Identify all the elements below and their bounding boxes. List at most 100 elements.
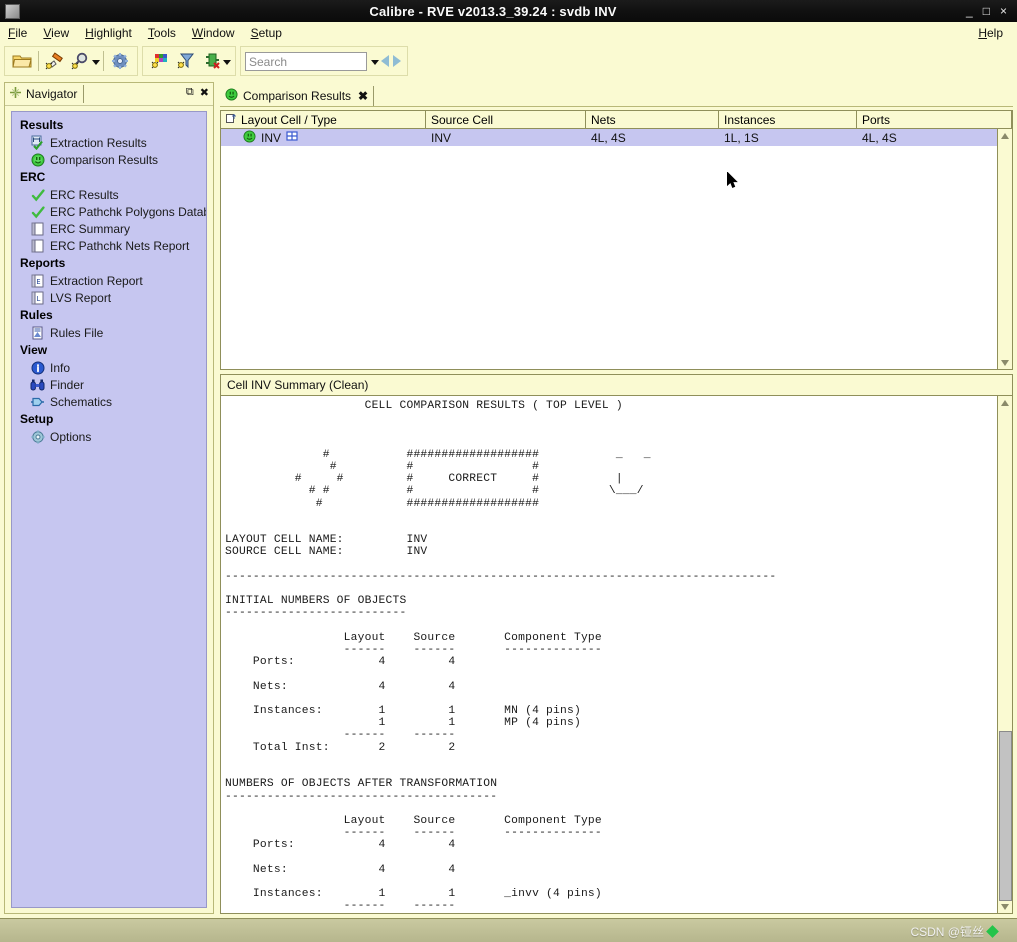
cell-source-cell: INV (431, 130, 452, 145)
minimize-button[interactable]: _ (966, 5, 973, 17)
toolbar-separator (38, 51, 39, 71)
svg-text:E: E (36, 278, 40, 286)
sidebar-item-erc-summary[interactable]: ERC Summary (12, 220, 206, 237)
sidebar-item-info[interactable]: Info (12, 359, 206, 376)
search-dropdown-icon[interactable] (371, 60, 379, 65)
navigator-tree[interactable]: Results Extraction Results Comparison Re… (11, 111, 207, 908)
sidebar-item-lvs-report[interactable]: L LVS Report (12, 289, 206, 306)
open-folder-icon[interactable] (9, 49, 35, 73)
content-area: Comparison Results ✖ Layout Cell / Type … (220, 82, 1013, 914)
highlight-pen-icon[interactable] (42, 49, 68, 73)
menu-window[interactable]: Window (184, 24, 243, 42)
column-header-ports[interactable]: Ports (857, 111, 1012, 128)
binoculars-icon (30, 377, 45, 392)
cell-layout-cell[interactable]: INV (221, 129, 426, 146)
search-prev-icon[interactable] (381, 55, 389, 67)
sidebar-item-label: Schematics (50, 394, 113, 409)
zoom-search-icon[interactable] (68, 49, 94, 73)
green-smiley-icon (243, 129, 256, 146)
column-header-label: Layout Cell / Type (241, 112, 337, 127)
watermark-text: CSDN @铔丝 (910, 924, 984, 939)
menu-help[interactable]: Help (970, 24, 1011, 42)
results-grid-body[interactable]: INV INV 4L, 4S 1L, 1S 4L, 4S (221, 129, 1012, 369)
scroll-down-icon[interactable] (999, 900, 1012, 913)
sidebar-item-erc-pathchk-polygons[interactable]: ERC Pathchk Polygons Databa (12, 203, 206, 220)
column-header-label: Nets (591, 112, 616, 127)
info-icon (30, 360, 45, 375)
green-check-icon (30, 204, 45, 219)
navigator-group-reports: Reports (20, 256, 66, 270)
rules-file-icon (30, 325, 45, 340)
scroll-up-icon[interactable] (999, 129, 1012, 142)
menu-highlight[interactable]: Highlight (77, 24, 140, 42)
menu-view[interactable]: View (35, 24, 77, 42)
title-bar: Calibre - RVE v2013.3_39.24 : svdb INV _… (0, 0, 1017, 22)
report-panel: Cell INV Summary (Clean) CELL COMPARISON… (220, 374, 1013, 914)
tab-comparison-results[interactable]: Comparison Results ✖ (220, 86, 375, 106)
sidebar-item-options[interactable]: Options (12, 428, 206, 445)
window-icon (5, 3, 20, 19)
sidebar-item-extraction-report[interactable]: E Extraction Report (12, 272, 206, 289)
scroll-thumb[interactable] (998, 731, 1012, 901)
schematic-icon[interactable] (199, 49, 225, 73)
main-area: Navigator ⧉ ✖ Results Extraction Results… (0, 78, 1017, 918)
report-vertical-scrollbar[interactable] (997, 396, 1012, 913)
sidebar-item-erc-results[interactable]: ERC Results (12, 186, 206, 203)
watermark: CSDN @铔丝 (910, 923, 999, 940)
search-next-icon[interactable] (393, 55, 401, 67)
tab-navigator[interactable]: Navigator (5, 85, 85, 103)
color-palette-icon[interactable] (147, 49, 173, 73)
column-header-label: Instances (724, 112, 776, 127)
cell-ports: 4L, 4S (862, 130, 897, 145)
navigator-group-rules: Rules (20, 308, 53, 322)
scroll-track[interactable] (998, 409, 1012, 901)
column-header-source-cell[interactable]: Source Cell (426, 111, 586, 128)
sidebar-item-extraction-results[interactable]: Extraction Results (12, 134, 206, 151)
sidebar-item-schematics[interactable]: Schematics (12, 393, 206, 410)
settings-gear-icon[interactable] (107, 49, 133, 73)
column-header-nets[interactable]: Nets (586, 111, 719, 128)
sidebar-item-label: ERC Pathchk Nets Report (50, 238, 190, 253)
sidebar-item-label: Finder (50, 377, 85, 392)
close-icon[interactable]: ✖ (200, 86, 209, 99)
report-header: Cell INV Summary (Clean) (221, 375, 1012, 396)
sidebar-item-comparison-results[interactable]: Comparison Results (12, 151, 206, 168)
navigator-group-erc: ERC (20, 170, 46, 184)
sidebar-item-rules-file[interactable]: Rules File (12, 324, 206, 341)
watermark-diamond-icon (986, 924, 999, 938)
navigator-group-setup: Setup (20, 412, 54, 426)
sidebar-item-label: ERC Pathchk Polygons Databa (50, 204, 206, 219)
sidebar-item-label: Options (50, 429, 92, 444)
undock-icon[interactable]: ⧉ (186, 86, 194, 99)
sidebar-item-finder[interactable]: Finder (12, 376, 206, 393)
close-icon[interactable]: ✖ (358, 89, 368, 103)
report-body[interactable]: CELL COMPARISON RESULTS ( TOP LEVEL ) # … (221, 396, 1012, 913)
menu-file[interactable]: File (0, 24, 35, 42)
table-row[interactable]: INV INV 4L, 4S 1L, 1S 4L, 4S (221, 129, 1012, 146)
cell-instances: 1L, 1S (724, 130, 759, 145)
table-header-row: Layout Cell / Type Source Cell Nets Inst… (221, 111, 1012, 129)
close-button[interactable]: × (1000, 5, 1007, 17)
cell-type-icon (286, 130, 298, 145)
results-vertical-scrollbar[interactable] (997, 129, 1012, 369)
navigator-group-view: View (20, 343, 48, 357)
filter-funnel-icon[interactable] (173, 49, 199, 73)
report-l-icon: L (30, 290, 45, 305)
column-header-instances[interactable]: Instances (719, 111, 857, 128)
column-header-layout-cell[interactable]: Layout Cell / Type (221, 111, 426, 128)
document-icon (30, 221, 45, 236)
report-text: CELL COMPARISON RESULTS ( TOP LEVEL ) # … (225, 400, 777, 913)
menu-setup[interactable]: Setup (243, 24, 290, 42)
sidebar-item-label: Extraction Results (50, 135, 147, 150)
maximize-button[interactable]: □ (983, 5, 990, 17)
scroll-up-icon[interactable] (999, 396, 1012, 409)
column-header-label: Source Cell (431, 112, 494, 127)
navigator-tab-bar: Navigator ⧉ ✖ (5, 83, 213, 106)
menu-tools[interactable]: Tools (140, 24, 184, 42)
green-smiley-icon (30, 152, 45, 167)
scroll-down-icon[interactable] (999, 356, 1012, 369)
cell-nets: 4L, 4S (591, 130, 626, 145)
sidebar-item-erc-pathchk-nets-report[interactable]: ERC Pathchk Nets Report (12, 237, 206, 254)
search-input[interactable]: Search (245, 51, 367, 71)
scroll-track[interactable] (999, 142, 1012, 356)
